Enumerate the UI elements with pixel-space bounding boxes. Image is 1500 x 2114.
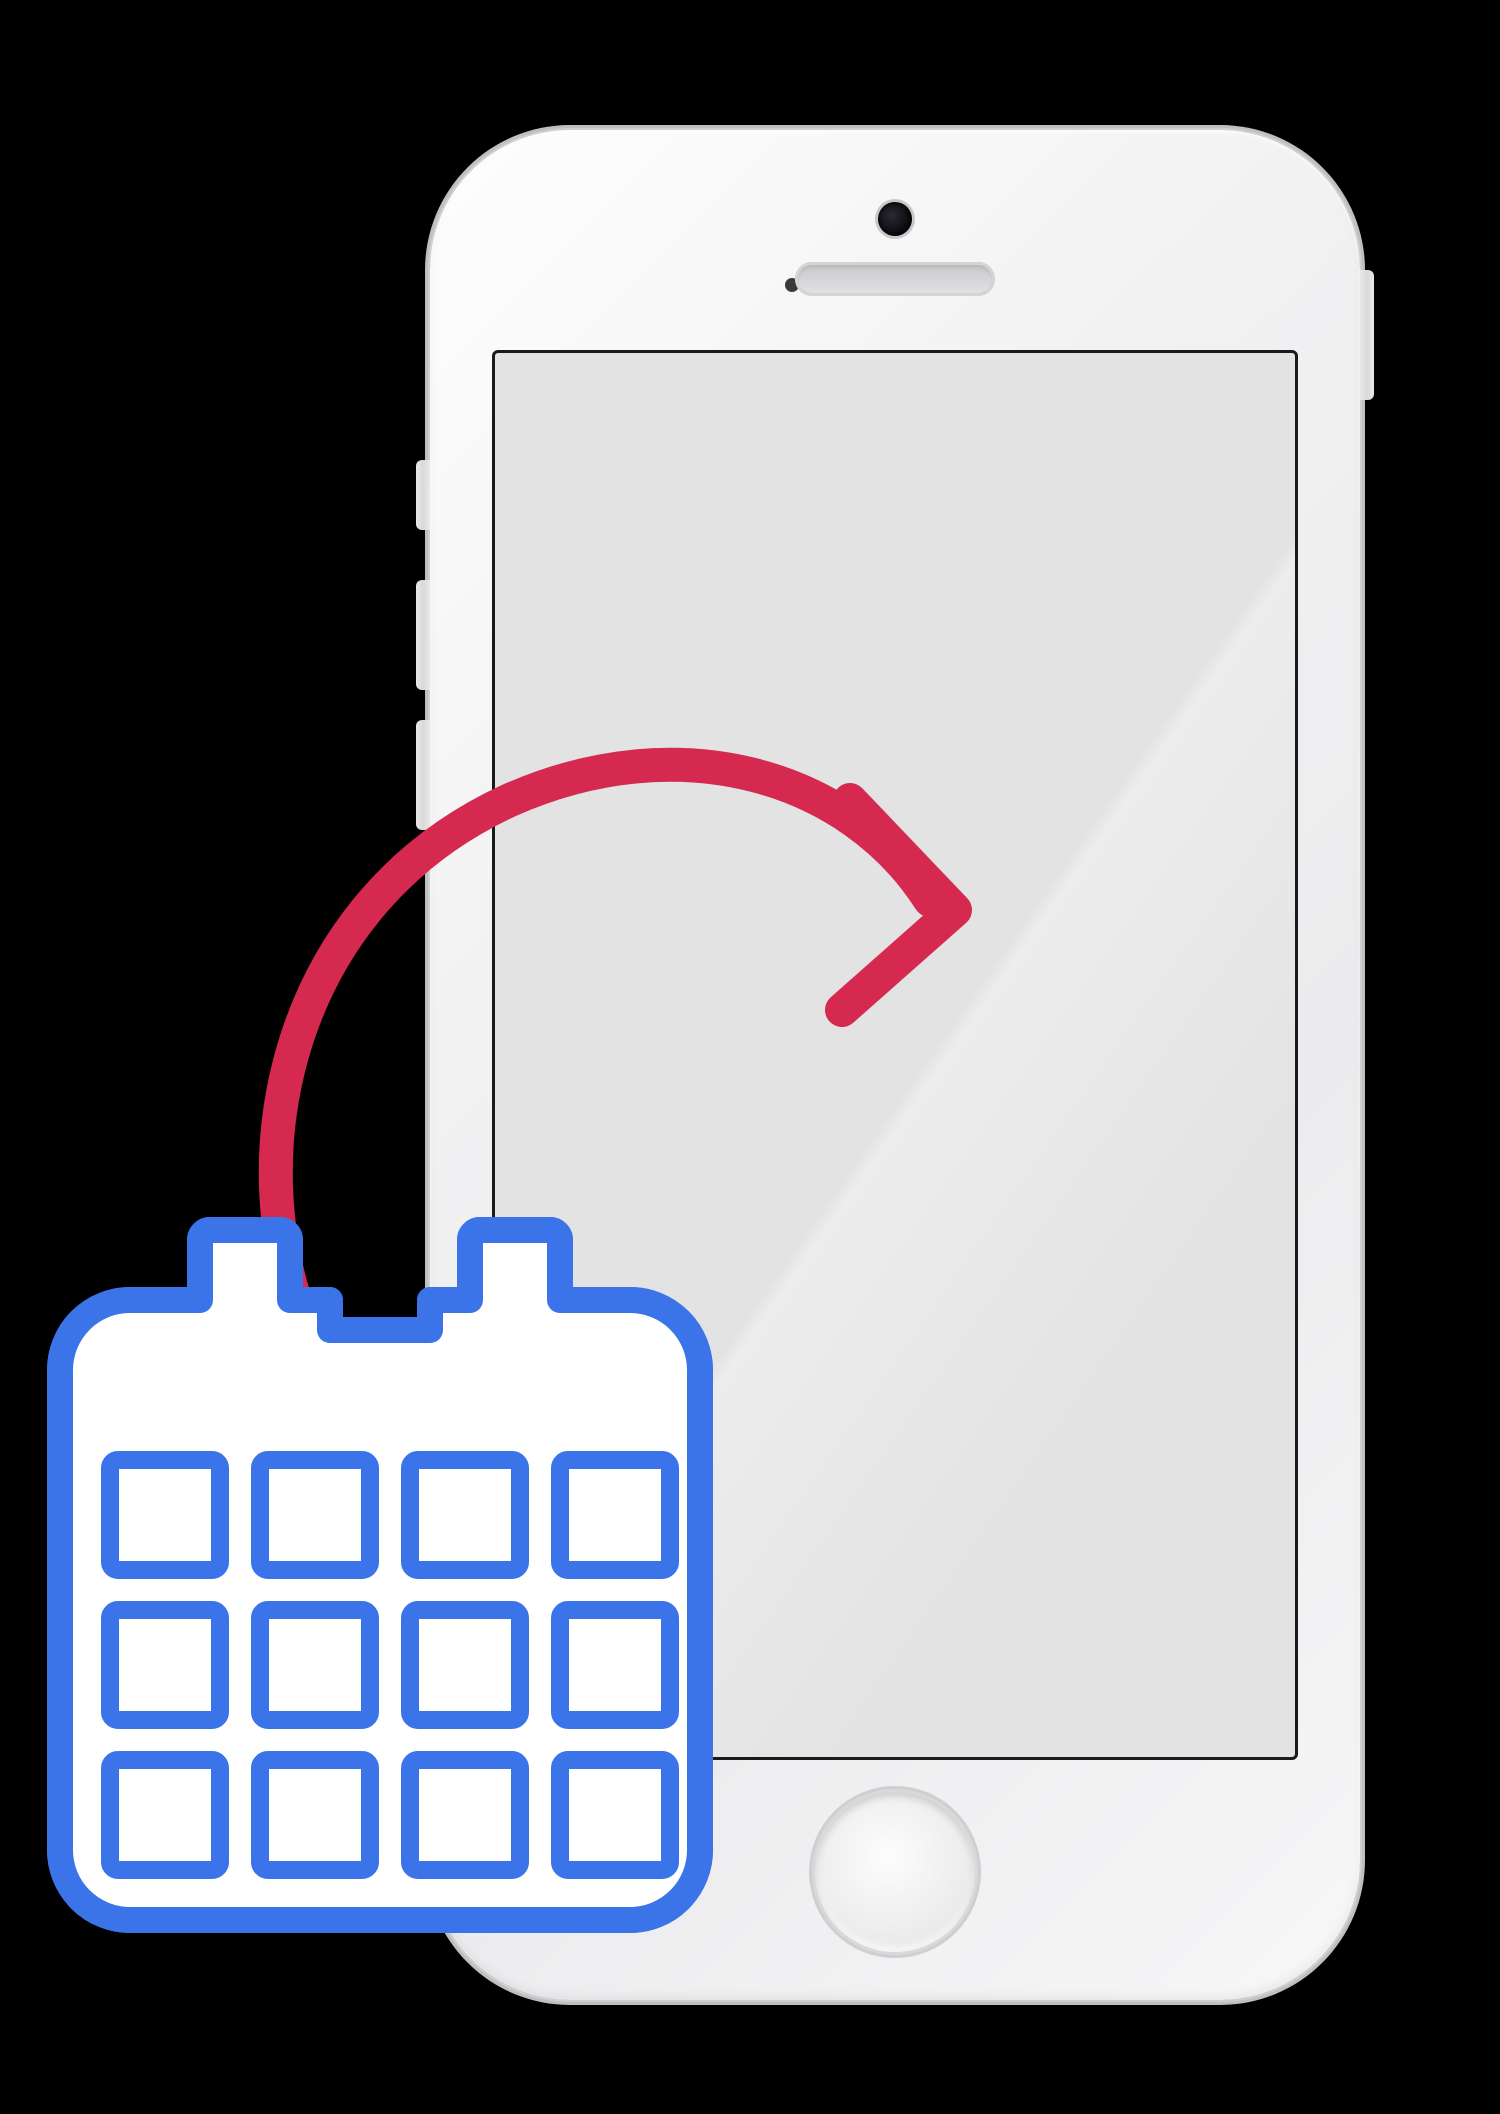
phone-volume-up: [416, 580, 430, 690]
phone-front-camera-icon: [878, 202, 912, 236]
phone-home-button: [815, 1792, 975, 1952]
phone-earpiece-icon: [795, 262, 995, 296]
phone-power-button: [1360, 270, 1374, 400]
phone-mute-switch: [416, 460, 430, 530]
illustration-canvas: [0, 0, 1500, 2114]
calendar-icon: [40, 1190, 720, 1930]
